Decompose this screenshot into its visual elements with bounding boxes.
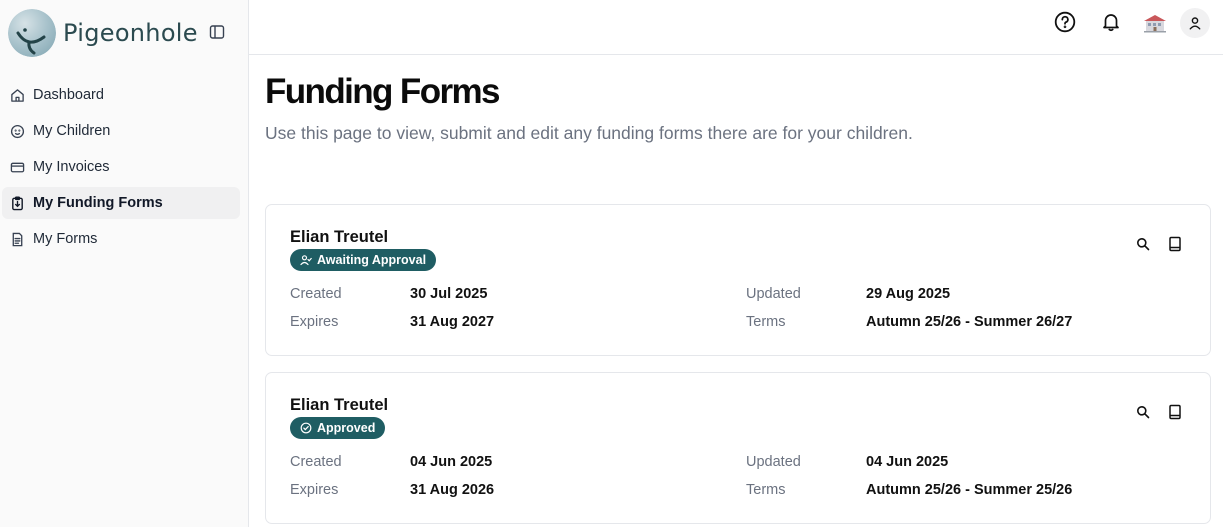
search-icon: [1137, 238, 1150, 251]
home-icon: [11, 88, 24, 102]
pigeonhole-logo: [8, 9, 56, 57]
page-title: Funding Forms: [265, 72, 500, 111]
card-actions: [1122, 401, 1186, 423]
sidebar-toggle-button[interactable]: [206, 21, 228, 43]
sidebar-item-my-invoices[interactable]: My Invoices: [2, 151, 240, 183]
notifications-button[interactable]: [1100, 11, 1122, 33]
user-check-icon: [300, 255, 312, 266]
created-date: 30 Jul 2025: [410, 286, 488, 302]
card-actions: [1122, 233, 1186, 255]
sidebar-toggle-icon: [209, 25, 225, 39]
created-date: 04 Jun 2025: [410, 454, 493, 470]
status-label: Awaiting Approval: [317, 253, 427, 267]
updated-date: 04 Jun 2025: [866, 454, 949, 470]
terms-value: Autumn 25/26 - Summer 26/27: [866, 314, 1073, 330]
status-badge: Approved: [290, 417, 386, 439]
school-switcher[interactable]: [1141, 10, 1169, 36]
expires-date: 31 Aug 2027: [410, 314, 495, 330]
help-icon: [1054, 11, 1076, 33]
expires-label: Expires: [290, 314, 339, 330]
sidebar-item-label: My Children: [33, 123, 111, 139]
sidebar-item-my-children[interactable]: My Children: [2, 115, 240, 147]
document-icon: [12, 232, 23, 246]
brand-name: Pigeonhole: [63, 19, 198, 47]
terms-label: Terms: [746, 482, 786, 498]
help-button[interactable]: [1054, 11, 1076, 33]
sidebar: Pigeonhole Dashboard My Children My Invo…: [0, 0, 249, 527]
open-form-button[interactable]: [1164, 233, 1186, 255]
bell-icon: [1103, 14, 1119, 32]
funding-form-card[interactable]: Elian Treutel Approved Created 04 Jun 20…: [265, 372, 1211, 524]
child-name: Elian Treutel: [290, 396, 389, 414]
user-menu-button[interactable]: [1180, 8, 1210, 38]
brand[interactable]: Pigeonhole: [8, 9, 198, 57]
updated-label: Updated: [746, 286, 801, 302]
view-form-button[interactable]: [1132, 401, 1154, 423]
child-name: Elian Treutel: [290, 228, 389, 246]
card-icon: [10, 162, 25, 172]
updated-date: 29 Aug 2025: [866, 286, 951, 302]
expires-label: Expires: [290, 482, 339, 498]
sidebar-item-label: Dashboard: [33, 87, 104, 103]
sidebar-nav: Dashboard My Children My Invoices My Fun…: [2, 79, 240, 259]
sidebar-item-label: My Forms: [33, 231, 98, 247]
school-icon: [1144, 15, 1166, 33]
baby-icon: [10, 124, 25, 138]
sidebar-item-dashboard[interactable]: Dashboard: [2, 79, 240, 111]
book-icon: [1169, 236, 1181, 252]
page-subtitle: Use this page to view, submit and edit a…: [265, 123, 913, 143]
sidebar-item-my-funding-forms[interactable]: My Funding Forms: [2, 187, 240, 219]
check-circle-icon: [300, 422, 312, 434]
funding-form-card[interactable]: Elian Treutel Awaiting Approval Created …: [265, 204, 1211, 356]
expires-date: 31 Aug 2026: [410, 482, 495, 498]
sidebar-item-label: My Invoices: [33, 159, 110, 175]
status-badge: Awaiting Approval: [290, 249, 437, 271]
user-icon: [1189, 17, 1201, 30]
book-icon: [1169, 404, 1181, 420]
status-label: Approved: [317, 421, 376, 435]
sidebar-item-label: My Funding Forms: [33, 195, 163, 211]
updated-label: Updated: [746, 454, 801, 470]
view-form-button[interactable]: [1132, 233, 1154, 255]
created-label: Created: [290, 454, 342, 470]
top-bar: [249, 0, 1223, 55]
search-icon: [1137, 406, 1150, 419]
open-form-button[interactable]: [1164, 401, 1186, 423]
clipboard-icon: [12, 196, 23, 210]
sidebar-item-my-forms[interactable]: My Forms: [2, 223, 240, 255]
created-label: Created: [290, 286, 342, 302]
terms-label: Terms: [746, 314, 786, 330]
terms-value: Autumn 25/26 - Summer 25/26: [866, 482, 1073, 498]
